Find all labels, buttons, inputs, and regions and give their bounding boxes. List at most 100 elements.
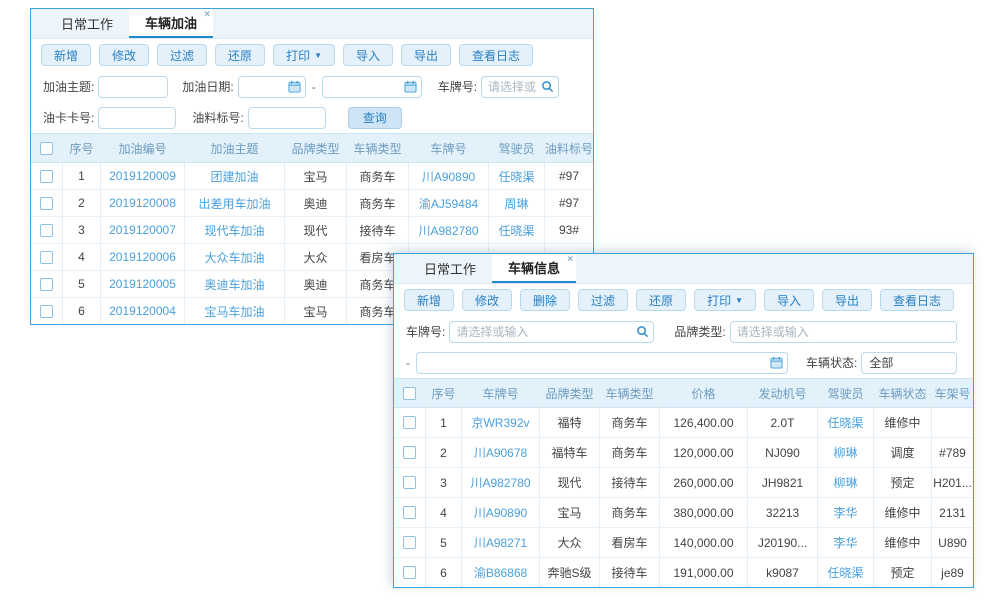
plate-link[interactable]: 川A982780 <box>409 217 489 243</box>
add-button[interactable]: 新增 <box>41 44 91 66</box>
row-checkbox[interactable] <box>40 305 53 318</box>
card-input[interactable] <box>98 107 176 129</box>
calendar-icon[interactable] <box>404 80 417 93</box>
date-to-input[interactable] <box>416 352 788 374</box>
plate-link[interactable]: 渝B86868 <box>462 558 540 587</box>
import-button[interactable]: 导入 <box>764 289 814 311</box>
table-row[interactable]: 2 川A90678 福特车 商务车 120,000.00 NJ090 柳琳 调度… <box>394 438 973 468</box>
table-row[interactable]: 1 京WR392v 福特 商务车 126,400.00 2.0T 任晓渠 维修中 <box>394 408 973 438</box>
brand-input[interactable] <box>730 321 957 343</box>
export-button[interactable]: 导出 <box>401 44 451 66</box>
row-no: 6 <box>426 558 462 587</box>
plate-link[interactable]: 川A982780 <box>462 468 540 497</box>
row-checkbox[interactable] <box>403 446 416 459</box>
search-icon[interactable] <box>541 80 554 93</box>
plate-link[interactable]: 渝AJ59484 <box>409 190 489 216</box>
row-checkbox[interactable] <box>40 251 53 264</box>
tab-daily-work[interactable]: 日常工作 <box>45 9 129 38</box>
close-icon[interactable]: × <box>567 255 573 265</box>
driver-link[interactable]: 任晓渠 <box>818 408 874 437</box>
driver-link[interactable]: 李华 <box>818 498 874 527</box>
view-log-button[interactable]: 查看日志 <box>459 44 533 66</box>
driver-link[interactable]: 任晓渠 <box>818 558 874 587</box>
row-checkbox[interactable] <box>403 506 416 519</box>
driver-link[interactable]: 李华 <box>818 528 874 557</box>
row-checkbox[interactable] <box>40 170 53 183</box>
brand-cell: 奥迪 <box>285 271 347 297</box>
row-checkbox[interactable] <box>40 224 53 237</box>
tab-daily-work[interactable]: 日常工作 <box>408 254 492 283</box>
row-checkbox[interactable] <box>403 536 416 549</box>
filter-button[interactable]: 过滤 <box>578 289 628 311</box>
driver-link[interactable]: 柳琳 <box>818 468 874 497</box>
frame-no-cell <box>932 408 973 437</box>
fuel-grade-cell: #97 <box>545 190 593 216</box>
close-icon[interactable]: × <box>204 10 210 20</box>
engine-no-cell: J20190... <box>748 528 818 557</box>
plate-link[interactable]: 川A98271 <box>462 528 540 557</box>
col-driver: 驾驶员 <box>818 379 874 407</box>
table-row[interactable]: 3 2019120007 现代车加油 现代 接待车 川A982780 任晓渠 9… <box>31 217 593 244</box>
calendar-icon[interactable] <box>288 80 301 93</box>
table-row[interactable]: 5 川A98271 大众 看房车 140,000.00 J20190... 李华… <box>394 528 973 558</box>
search-icon[interactable] <box>636 325 649 338</box>
row-checkbox[interactable] <box>403 566 416 579</box>
table-row[interactable]: 1 2019120009 团建加油 宝马 商务车 川A90890 任晓渠 #97 <box>31 163 593 190</box>
subject-link[interactable]: 奥迪车加油 <box>185 271 285 297</box>
tab-vehicle-refuel[interactable]: 车辆加油 × <box>129 9 213 38</box>
plate-link[interactable]: 川A90678 <box>462 438 540 467</box>
select-all-checkbox[interactable] <box>40 142 53 155</box>
restore-button[interactable]: 还原 <box>215 44 265 66</box>
refuel-id-link[interactable]: 2019120008 <box>101 190 185 216</box>
table-row[interactable]: 4 川A90890 宝马 商务车 380,000.00 32213 李华 维修中… <box>394 498 973 528</box>
grade-input[interactable] <box>248 107 326 129</box>
brand-label: 品牌类型: <box>674 323 725 340</box>
refuel-id-link[interactable]: 2019120005 <box>101 271 185 297</box>
table-row[interactable]: 3 川A982780 现代 接待车 260,000.00 JH9821 柳琳 预… <box>394 468 973 498</box>
refuel-id-link[interactable]: 2019120004 <box>101 298 185 324</box>
tab-vehicle-info[interactable]: 车辆信息 × <box>492 254 576 283</box>
delete-button[interactable]: 删除 <box>520 289 570 311</box>
filter-button[interactable]: 过滤 <box>157 44 207 66</box>
vehicle-status-select[interactable]: 全部 <box>861 352 957 374</box>
subject-link[interactable]: 团建加油 <box>185 163 285 189</box>
plate-input[interactable] <box>449 321 654 343</box>
restore-button[interactable]: 还原 <box>636 289 686 311</box>
driver-link[interactable]: 任晓渠 <box>489 163 545 189</box>
plate-link[interactable]: 川A90890 <box>409 163 489 189</box>
query-button[interactable]: 查询 <box>348 107 402 129</box>
plate-link[interactable]: 川A90890 <box>462 498 540 527</box>
row-checkbox[interactable] <box>403 416 416 429</box>
edit-button[interactable]: 修改 <box>99 44 149 66</box>
view-log-button[interactable]: 查看日志 <box>880 289 954 311</box>
row-checkbox[interactable] <box>40 278 53 291</box>
select-all-checkbox[interactable] <box>403 387 416 400</box>
subject-input[interactable] <box>98 76 168 98</box>
print-button[interactable]: 打印 ▼ <box>694 289 756 311</box>
table-row[interactable]: 6 渝B86868 奔驰S级 接待车 191,000.00 k9087 任晓渠 … <box>394 558 973 587</box>
subject-link[interactable]: 出差用车加油 <box>185 190 285 216</box>
import-button[interactable]: 导入 <box>343 44 393 66</box>
driver-link[interactable]: 任晓渠 <box>489 217 545 243</box>
tab-bar: 日常工作 车辆信息 × <box>394 254 973 284</box>
driver-link[interactable]: 周琳 <box>489 190 545 216</box>
subject-link[interactable]: 大众车加油 <box>185 244 285 270</box>
export-button[interactable]: 导出 <box>822 289 872 311</box>
table-row[interactable]: 2 2019120008 出差用车加油 奥迪 商务车 渝AJ59484 周琳 #… <box>31 190 593 217</box>
date-range-separator: - <box>312 80 316 94</box>
refuel-id-link[interactable]: 2019120009 <box>101 163 185 189</box>
refuel-id-link[interactable]: 2019120006 <box>101 244 185 270</box>
add-button[interactable]: 新增 <box>404 289 454 311</box>
brand-cell: 福特 <box>540 408 600 437</box>
plate-link[interactable]: 京WR392v <box>462 408 540 437</box>
print-button[interactable]: 打印 ▼ <box>273 44 335 66</box>
driver-link[interactable]: 柳琳 <box>818 438 874 467</box>
subject-link[interactable]: 宝马车加油 <box>185 298 285 324</box>
edit-button[interactable]: 修改 <box>462 289 512 311</box>
refuel-id-link[interactable]: 2019120007 <box>101 217 185 243</box>
calendar-icon[interactable] <box>770 356 783 369</box>
subject-link[interactable]: 现代车加油 <box>185 217 285 243</box>
row-checkbox[interactable] <box>40 197 53 210</box>
row-checkbox[interactable] <box>403 476 416 489</box>
search-row-1: 加油主题: 加油日期: - 车牌号: <box>31 71 593 102</box>
